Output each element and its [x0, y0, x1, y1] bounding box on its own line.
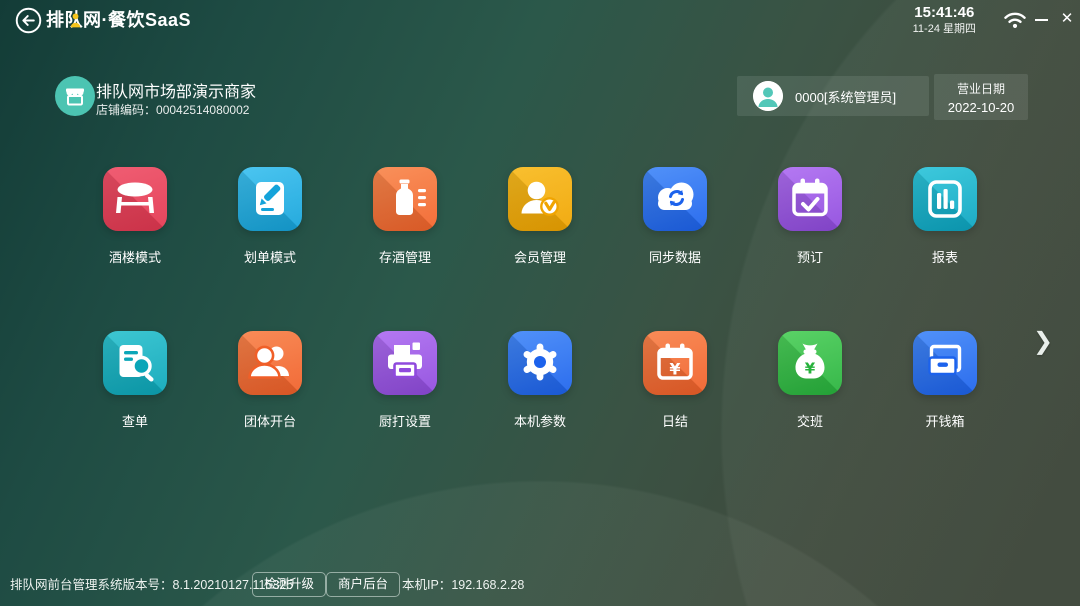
footer: 排队网前台管理系统版本号：8.1.20210127.115325 检测升级 商户… — [0, 566, 1080, 606]
merchant-backend-button[interactable]: 商户后台 — [326, 572, 400, 597]
storefront-icon — [55, 76, 95, 116]
tile-label: 报表 — [932, 247, 958, 266]
tile-label: 会员管理 — [514, 247, 566, 266]
pos-home-screen: 排队网·餐饮SaaS 15:41:46 11-24 星期四 ✕ 排队网市场部演示… — [0, 0, 1080, 606]
store-code: 店铺编码：00042514080002 — [96, 101, 249, 118]
tile-open-cash-drawer[interactable]: 开钱箱 — [880, 331, 1010, 430]
wine-bottle-icon — [373, 167, 437, 231]
gear-icon — [508, 331, 572, 395]
tile-label: 开钱箱 — [925, 411, 964, 430]
cash-drawer-icon — [913, 331, 977, 395]
bar-chart-icon — [913, 167, 977, 231]
app-grid-row-2: 查单 团体开台 厨打设置 本机参数 ¥ 日结 ¥ 交班 开钱箱 — [70, 331, 1010, 430]
money-bag-icon: ¥ — [778, 331, 842, 395]
app-grid-row-1: 酒楼模式 划单模式 存酒管理 会员管理 同步数据 预订 报表 — [70, 167, 1010, 266]
tile-label: 本机参数 — [514, 411, 566, 430]
tile-label: 存酒管理 — [379, 247, 431, 266]
tile-label: 查单 — [122, 411, 148, 430]
business-date-badge: 营业日期 2022-10-20 — [934, 74, 1028, 120]
tile-restaurant-mode[interactable]: 酒楼模式 — [70, 167, 200, 266]
clock: 15:41:46 11-24 星期四 — [913, 3, 976, 36]
business-date-label: 营业日期 — [957, 80, 1005, 97]
tile-label: 日结 — [662, 411, 688, 430]
search-doc-icon — [103, 331, 167, 395]
tile-check-order[interactable]: 查单 — [70, 331, 200, 430]
tile-label: 划单模式 — [244, 247, 296, 266]
minimize-icon — [1035, 19, 1048, 21]
calendar-check-icon — [778, 167, 842, 231]
minimize-button[interactable] — [1035, 11, 1051, 27]
clock-time: 15:41:46 — [914, 3, 974, 22]
store-code-label: 店铺编码： — [96, 103, 156, 117]
check-upgrade-button[interactable]: 检测升级 — [252, 572, 326, 597]
tile-order-mode[interactable]: 划单模式 — [205, 167, 335, 266]
note-pencil-icon — [238, 167, 302, 231]
tile-kitchen-print-settings[interactable]: 厨打设置 — [340, 331, 470, 430]
tile-reports[interactable]: 报表 — [880, 167, 1010, 266]
tile-sync-data[interactable]: 同步数据 — [610, 167, 740, 266]
svg-text:¥: ¥ — [669, 360, 680, 379]
version-label: 排队网前台管理系统版本号： — [10, 578, 173, 592]
merchant-name: 排队网市场部演示商家 — [96, 78, 256, 102]
printer-icon — [373, 331, 437, 395]
user-icon — [753, 81, 783, 111]
store-code-value: 00042514080002 — [156, 103, 249, 117]
svg-text:¥: ¥ — [805, 360, 816, 378]
tile-local-params[interactable]: 本机参数 — [475, 331, 605, 430]
tile-label: 团体开台 — [244, 411, 296, 430]
tile-label: 交班 — [797, 411, 823, 430]
calendar-yen-icon: ¥ — [643, 331, 707, 395]
group-icon — [238, 331, 302, 395]
close-icon: ✕ — [1061, 10, 1074, 27]
tile-label: 酒楼模式 — [109, 247, 161, 266]
close-button[interactable]: ✕ — [1058, 9, 1076, 29]
tile-daily-settlement[interactable]: ¥ 日结 — [610, 331, 740, 430]
merchant-avatar — [55, 76, 95, 116]
cloud-sync-icon — [643, 167, 707, 231]
version-text: 排队网前台管理系统版本号：8.1.20210127.115325 — [10, 574, 293, 593]
app-logo: 排队网·餐饮SaaS — [46, 0, 191, 40]
tile-shift-change[interactable]: ¥ 交班 — [745, 331, 875, 430]
local-ip-label: 本机IP： — [402, 578, 451, 592]
tile-label: 同步数据 — [649, 247, 701, 266]
table-icon — [103, 167, 167, 231]
back-button[interactable] — [15, 7, 42, 34]
tile-label: 厨打设置 — [379, 411, 431, 430]
operator-name: 0000[系统管理员] — [795, 87, 896, 106]
member-check-icon — [508, 167, 572, 231]
clock-date: 11-24 星期四 — [913, 22, 976, 36]
operator-badge[interactable]: 0000[系统管理员] — [737, 76, 929, 116]
next-page-arrow[interactable]: ❯ — [1033, 327, 1053, 356]
tile-label: 预订 — [797, 247, 823, 266]
operator-avatar — [753, 81, 783, 111]
back-arrow-icon — [15, 7, 42, 34]
local-ip-text: 本机IP：192.168.2.28 — [402, 574, 524, 593]
tile-reservation[interactable]: 预订 — [745, 167, 875, 266]
logo-person-icon — [70, 13, 81, 28]
local-ip-value: 192.168.2.28 — [451, 578, 524, 592]
wifi-icon — [1003, 10, 1027, 30]
tile-group-open-table[interactable]: 团体开台 — [205, 331, 335, 430]
tile-member-management[interactable]: 会员管理 — [475, 167, 605, 266]
titlebar: 排队网·餐饮SaaS 15:41:46 11-24 星期四 ✕ — [0, 0, 1080, 40]
business-date-value: 2022-10-20 — [948, 100, 1015, 115]
tile-wine-storage[interactable]: 存酒管理 — [340, 167, 470, 266]
